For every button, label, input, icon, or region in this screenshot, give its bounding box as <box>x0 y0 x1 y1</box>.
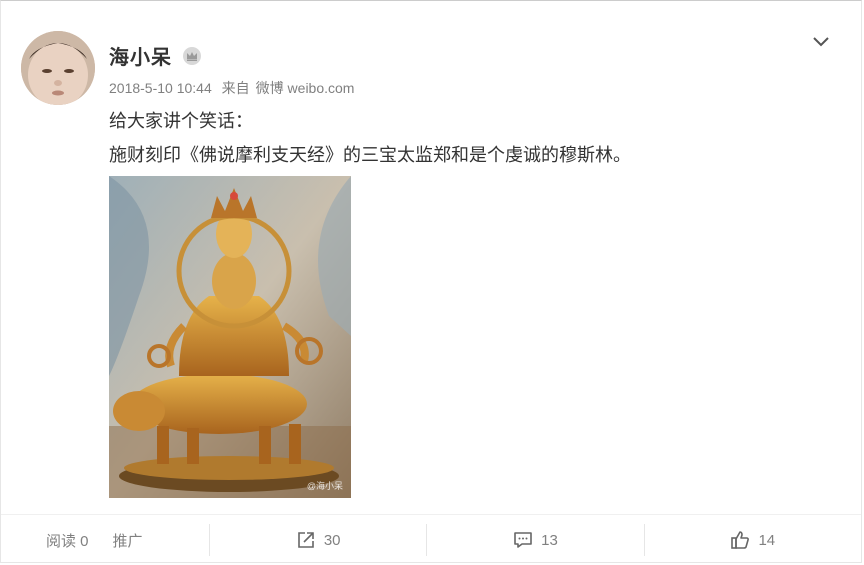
thumbs-up-icon <box>731 531 750 549</box>
post-text-line-2: 施财刻印《佛说摩利支天经》的三宝太监郑和是个虔诚的穆斯林。 <box>109 145 631 165</box>
avatar[interactable] <box>21 31 95 105</box>
crown-badge-icon[interactable] <box>182 46 202 66</box>
from-label: 来自 <box>221 80 250 96</box>
share-icon <box>298 532 314 548</box>
post-meta: 2018-5-10 10:44 来自 微博 weibo.com <box>109 78 360 98</box>
comment-icon <box>514 532 532 548</box>
image-watermark: @海小呆 <box>306 481 343 491</box>
name-row: 海小呆 <box>109 41 202 70</box>
share-count: 30 <box>323 531 341 549</box>
share-button[interactable]: 30 <box>209 524 426 556</box>
post-image[interactable]: @海小呆 <box>109 176 351 498</box>
like-button[interactable]: 14 <box>643 524 861 556</box>
like-count: 14 <box>758 531 776 549</box>
post-timestamp[interactable]: 2018-5-10 10:44 <box>109 80 212 96</box>
comment-count: 13 <box>541 531 558 549</box>
post-source[interactable]: 微博 weibo.com <box>256 80 355 96</box>
chevron-down-icon[interactable] <box>811 31 831 51</box>
post-footer: 阅读 0 推广 30 13 14 <box>1 514 861 565</box>
read-count: 阅读 0 <box>46 532 89 550</box>
comment-button[interactable]: 13 <box>426 524 643 556</box>
promote-button[interactable]: 推广 <box>113 530 143 551</box>
footer-left: 阅读 0 推广 <box>1 530 209 551</box>
weibo-post-card: 海小呆 2018-5-10 10:44 来自 微博 weibo.com 给大家讲个… <box>0 0 862 563</box>
post-text-line-1: 给大家讲个笑话： <box>109 111 253 131</box>
username[interactable]: 海小呆 <box>109 41 172 70</box>
